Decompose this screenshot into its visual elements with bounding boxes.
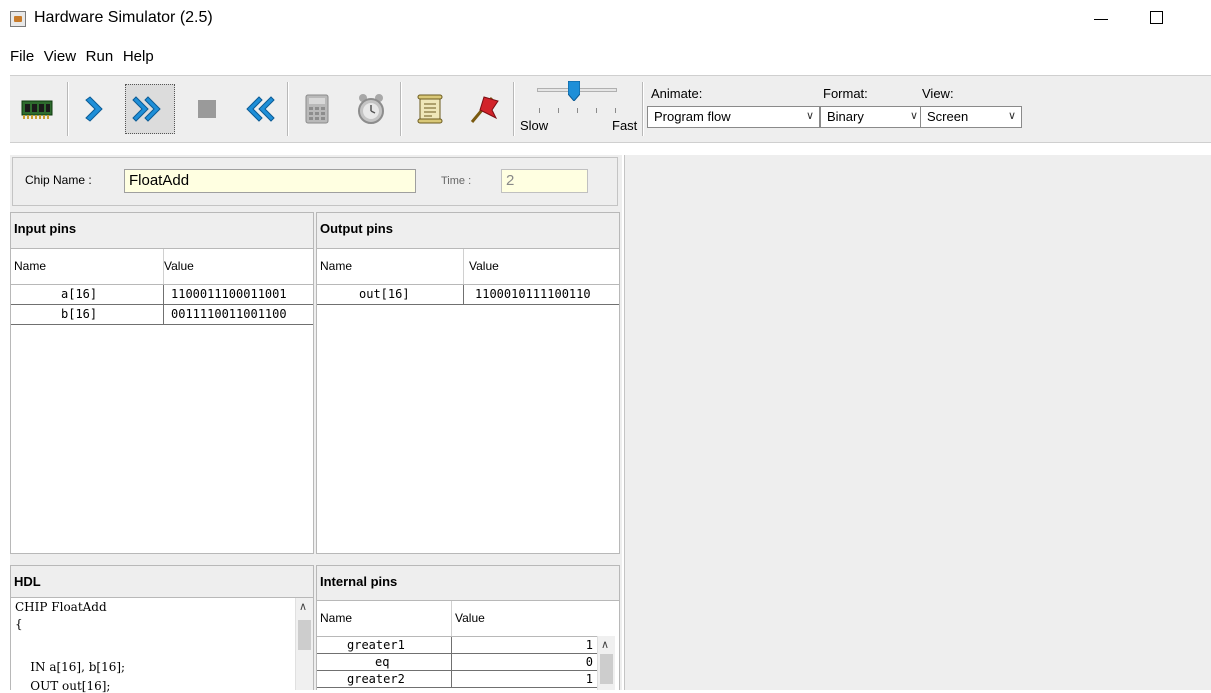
- hdl-line: CHIP FloatAdd: [15, 600, 107, 614]
- stop-button[interactable]: [182, 84, 232, 134]
- table-row[interactable]: out[16] 1100010111100110: [317, 285, 619, 305]
- speed-slider-thumb[interactable]: [568, 81, 580, 101]
- chip-name-label: Chip Name :: [25, 173, 92, 187]
- stop-icon: [198, 100, 216, 118]
- hdl-line: OUT out[16];: [15, 679, 111, 693]
- animate-label: Animate:: [651, 86, 703, 101]
- run-button[interactable]: [125, 84, 175, 134]
- pin-value: 0: [585, 655, 593, 669]
- animate-select[interactable]: Program flow ∨: [647, 106, 820, 128]
- scrollbar-thumb[interactable]: [600, 654, 613, 684]
- chevron-down-icon: ∨: [805, 110, 814, 122]
- output-pins-panel: Output pins Name Value out[16] 110001011…: [316, 212, 620, 554]
- time-label: Time :: [441, 175, 472, 187]
- column-header-name[interactable]: Name: [320, 259, 352, 273]
- pin-name: b[16]: [61, 307, 98, 321]
- fast-label: Fast: [612, 118, 638, 133]
- hdl-source[interactable]: CHIP FloatAdd { IN a[16], b[16]; OUT out…: [11, 597, 313, 693]
- chip-name-field: FloatAdd: [124, 169, 416, 193]
- clock-icon: [358, 94, 384, 124]
- clock-button[interactable]: [346, 84, 396, 134]
- load-chip-button[interactable]: [12, 84, 62, 134]
- pin-value: 1: [585, 638, 593, 652]
- load-chip-icon: [21, 100, 53, 119]
- view-value: Screen: [927, 109, 969, 124]
- table-row[interactable]: greater1 1: [317, 637, 597, 654]
- title-bar: Hardware Simulator (2.5): [0, 0, 1211, 40]
- window-title: Hardware Simulator (2.5): [34, 9, 213, 26]
- pin-name: a[16]: [61, 287, 98, 301]
- chip-name-row: Chip Name : FloatAdd Time : 2: [12, 157, 618, 206]
- input-pins-title: Input pins: [14, 221, 77, 236]
- scrollbar-thumb[interactable]: [298, 620, 311, 650]
- pin-name: greater1: [347, 638, 405, 652]
- input-pins-table: Name Value a[16] 1100011100011001 b[16] …: [11, 248, 313, 553]
- breakpoints-flag-icon: [470, 96, 499, 123]
- output-pins-title: Output pins: [320, 221, 393, 236]
- hdl-scrollbar[interactable]: ∧: [295, 598, 313, 690]
- internal-pins-title: Internal pins: [320, 574, 398, 589]
- pin-value[interactable]: 0011110011001100: [171, 307, 313, 321]
- table-row[interactable]: a[16] 1100011100011001: [11, 285, 313, 305]
- minimize-icon[interactable]: [1094, 19, 1108, 20]
- internal-pins-panel: Internal pins Name Value greater1 1 eq 0…: [316, 565, 620, 690]
- table-row[interactable]: eq 0: [317, 654, 597, 671]
- hdl-panel: HDL CHIP FloatAdd { IN a[16], b[16]; OUT…: [10, 565, 314, 693]
- format-select[interactable]: Binary ∨: [820, 106, 924, 128]
- internal-pins-scrollbar[interactable]: ∧: [597, 636, 615, 690]
- table-header: Name Value: [317, 249, 619, 285]
- column-header-value[interactable]: Value: [455, 611, 485, 625]
- eval-button[interactable]: [292, 84, 342, 134]
- pin-value: 1: [585, 672, 593, 686]
- slow-label: Slow: [520, 118, 549, 133]
- internal-pins-table: Name Value greater1 1 eq 0 greater2 1 ∧: [317, 600, 619, 690]
- single-step-icon: [85, 96, 103, 122]
- menu-bar: File View Run Help: [0, 48, 154, 72]
- menu-run[interactable]: Run: [86, 48, 114, 65]
- column-header-name[interactable]: Name: [320, 611, 352, 625]
- view-label: View:: [922, 86, 954, 101]
- format-value: Binary: [827, 109, 864, 124]
- table-row[interactable]: b[16] 0011110011001100: [11, 305, 313, 325]
- format-label: Format:: [823, 86, 868, 101]
- run-icon: [132, 96, 161, 122]
- column-header-value[interactable]: Value: [164, 259, 194, 273]
- column-header-value[interactable]: Value: [469, 259, 499, 273]
- pin-value[interactable]: 1100011100011001: [171, 287, 313, 301]
- table-row[interactable]: greater2 1: [317, 671, 597, 688]
- scroll-up-icon[interactable]: ∧: [601, 638, 609, 651]
- time-field: 2: [501, 169, 588, 193]
- scroll-up-icon[interactable]: ∧: [299, 600, 307, 613]
- menu-file[interactable]: File: [10, 48, 34, 65]
- load-script-button[interactable]: [405, 84, 455, 134]
- menu-help[interactable]: Help: [123, 48, 154, 65]
- pin-name: greater2: [347, 672, 405, 686]
- hdl-line: {: [15, 617, 23, 631]
- pin-name: eq: [375, 655, 390, 669]
- toolbar: Slow Fast Animate: Program flow ∨ Format…: [10, 75, 1211, 143]
- hdl-line: IN a[16], b[16];: [15, 660, 126, 674]
- table-header: Name Value: [11, 249, 313, 285]
- maximize-icon[interactable]: [1150, 11, 1163, 24]
- chevron-down-icon: ∨: [1007, 110, 1016, 122]
- single-step-button[interactable]: [72, 84, 122, 134]
- breakpoints-button[interactable]: [458, 84, 508, 134]
- pin-name: out[16]: [359, 287, 410, 301]
- java-app-icon: [10, 11, 26, 27]
- animate-value: Program flow: [654, 109, 731, 124]
- load-script-icon: [417, 94, 443, 124]
- view-select[interactable]: Screen ∨: [920, 106, 1022, 128]
- screen-area: [624, 155, 1211, 690]
- hdl-title: HDL: [14, 574, 41, 589]
- menu-view[interactable]: View: [44, 48, 76, 65]
- output-pins-table: Name Value out[16] 1100010111100110: [317, 248, 619, 553]
- reset-button[interactable]: [232, 84, 282, 134]
- chevron-down-icon: ∨: [909, 110, 918, 122]
- input-pins-panel: Input pins Name Value a[16] 110001110001…: [10, 212, 314, 554]
- eval-calculator-icon: [305, 94, 329, 124]
- column-header-name[interactable]: Name: [14, 259, 46, 273]
- pin-value[interactable]: 1100010111100110: [475, 287, 619, 301]
- reset-icon: [246, 96, 275, 122]
- table-header: Name Value: [317, 601, 597, 637]
